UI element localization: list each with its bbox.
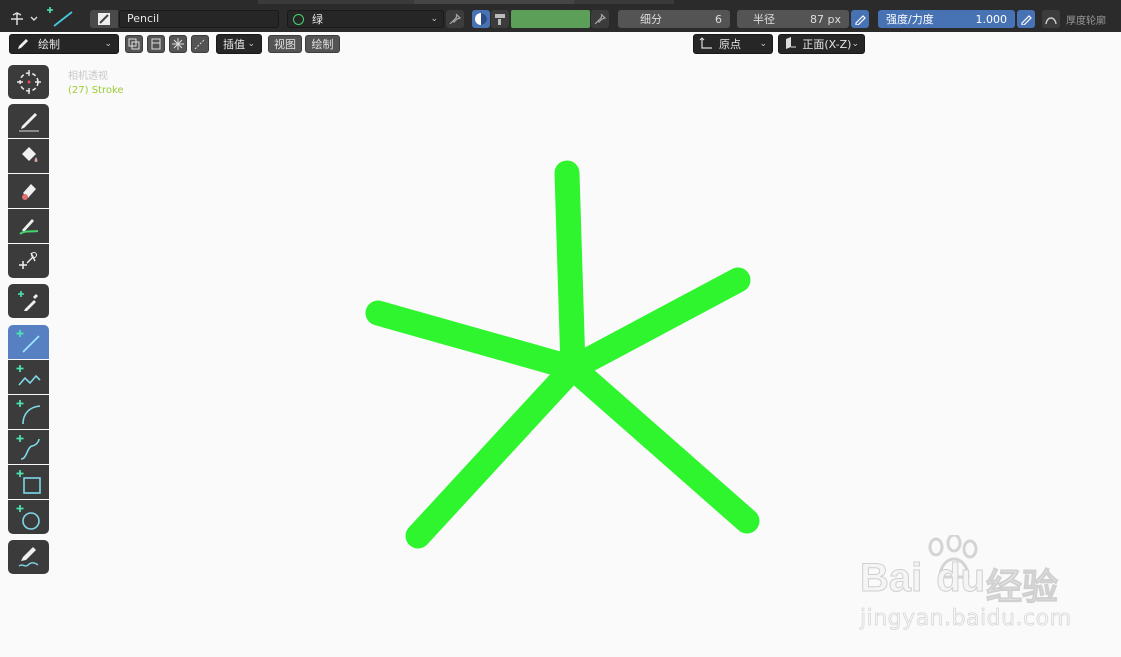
stroke-segment [554,160,586,381]
stroke-segment [560,355,760,534]
watermark-product: 经验 [985,567,1059,609]
watermark-brand-text: Bai [859,556,923,601]
watermark-brand-suffix: du [936,556,986,601]
stroke-segment [365,300,586,381]
watermark-brand: Bai du [859,556,986,601]
stroke-segment [405,355,586,549]
stroke-segment [560,267,751,381]
watermark-url: jingyan.baidu.com [860,606,1072,632]
